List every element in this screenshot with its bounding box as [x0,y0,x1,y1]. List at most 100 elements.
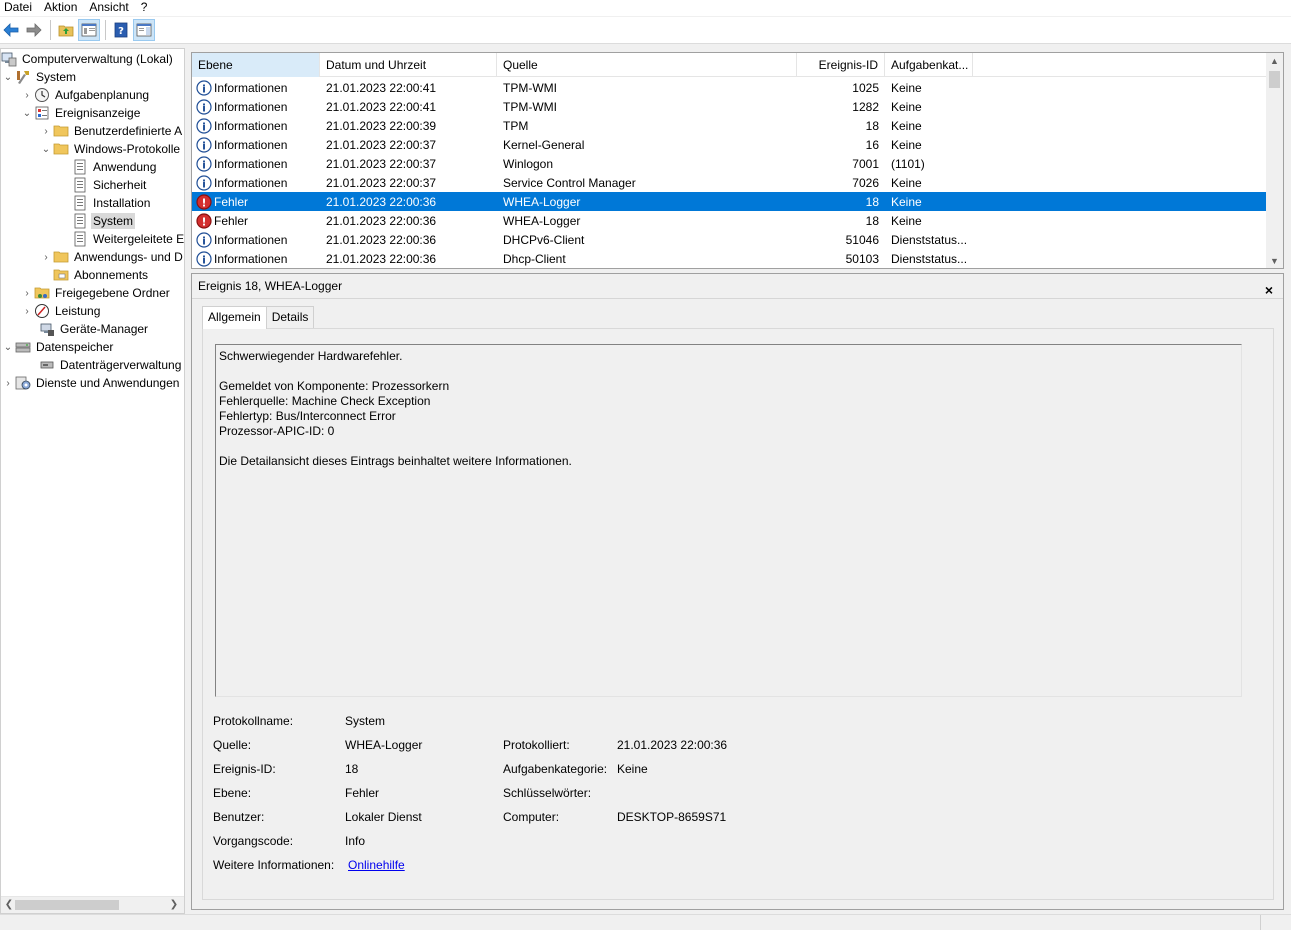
table-row[interactable]: i Informationen 21.01.2023 22:00:37 Service… [192,173,1267,192]
tree-item-disk-management[interactable]: Datenträgerverwaltung [39,356,183,374]
svg-text:!: ! [201,196,206,209]
field-value-source[interactable]: WHEA-Logger [345,738,422,752]
tree-horizontal-scrollbar[interactable]: ❮ ❯ [1,896,184,913]
tab-details[interactable]: Details [265,306,315,328]
cell-level-text: Informationen [214,156,288,171]
field-label-log-name: Protokollname: [213,714,294,728]
table-row[interactable]: i Informationen 21.01.2023 22:00:37 Kernel-… [192,135,1267,154]
tree-item-event-viewer[interactable]: ⌄ Ereignisanzeige [20,104,142,122]
field-value-event-id[interactable]: 18 [345,762,358,776]
expander-icon[interactable]: ⌄ [39,142,53,156]
cell-level: i Informationen [192,136,320,153]
table-row[interactable]: ! Fehler 21.01.2023 22:00:36 WHEA-Logger 18 K… [192,211,1267,230]
menu-aktion[interactable]: Aktion [38,0,83,16]
field-label-user: Benutzer: [213,810,265,824]
cell-level: i Informationen [192,250,320,267]
cell-datetime: 21.01.2023 22:00:39 [326,118,437,133]
cell-task-category: (1101) [891,156,925,171]
tree-item-system-tools[interactable]: ⌄ System [1,68,78,86]
expander-icon[interactable]: ⌄ [1,70,15,84]
tree-item-custom-views[interactable]: › Benutzerdefinierte A [39,122,184,140]
field-value-computer[interactable]: DESKTOP-8659S71 [617,810,726,824]
expander-icon[interactable]: › [1,376,15,390]
tree-item-forwarded-events[interactable]: Weitergeleitete E [72,230,184,248]
expander-icon[interactable]: ⌄ [20,106,34,120]
tree-item-setup-log[interactable]: Installation [72,194,152,212]
tree-item-shared-folders[interactable]: › Freigegebene Ordner [20,284,172,302]
menu-datei[interactable]: Datei [0,0,38,16]
expander-icon[interactable]: › [39,250,53,264]
field-value-task-category[interactable]: Keine [617,762,648,776]
close-icon[interactable]: × [1265,278,1273,303]
scroll-right-icon[interactable]: ❯ [168,899,180,910]
cell-task-category: Keine [891,118,922,133]
column-header-datetime[interactable]: Datum und Uhrzeit [320,53,497,77]
tree-item-services-applications[interactable]: › Dienste und Anwendungen [1,374,181,392]
back-button[interactable] [0,19,22,41]
cell-source: DHCPv6-Client [503,232,585,247]
show-hide-tree-button[interactable] [78,19,100,41]
tree-item-computer-management[interactable]: Computerverwaltung (Lokal) [1,50,175,68]
tree-item-task-scheduler[interactable]: › Aufgabenplanung [20,86,151,104]
help-button[interactable]: ? [110,19,132,41]
expander-icon[interactable]: ⌄ [1,340,15,354]
event-list-vertical-scrollbar[interactable]: ▲ ▼ [1266,53,1283,268]
svg-text:i: i [202,101,206,114]
field-value-logged[interactable]: 21.01.2023 22:00:36 [617,738,727,752]
tree-item-applications-services-logs[interactable]: › Anwendungs- und D [39,248,184,266]
column-header-source[interactable]: Quelle [497,53,797,77]
forward-button[interactable] [23,19,45,41]
info-icon: i [196,174,212,191]
scrollbar-thumb[interactable] [1269,71,1280,88]
table-row[interactable]: ! Fehler 21.01.2023 22:00:36 WHEA-Logger 18 K… [192,192,1267,211]
tree-item-storage[interactable]: ⌄ Datenspeicher [1,338,115,356]
menu-help[interactable]: ? [135,0,154,16]
cell-level-text: Informationen [214,99,288,114]
event-list[interactable]: Ebene Datum und Uhrzeit Quelle Ereignis-… [191,52,1284,269]
expander-icon[interactable]: › [20,88,34,102]
table-row[interactable]: i Informationen 21.01.2023 22:00:39 TPM 18 Ke… [192,116,1267,135]
event-description[interactable]: Schwerwiegender Hardwarefehler. Gemeldet… [215,344,1242,697]
expander-icon[interactable]: › [39,124,53,138]
tab-general[interactable]: Allgemein [202,306,267,329]
disk-management-icon [39,357,55,373]
status-bar-divider [1260,915,1261,930]
menu-ansicht[interactable]: Ansicht [83,0,134,16]
table-row[interactable]: i Informationen 21.01.2023 22:00:36 Dhcp-Cl… [192,249,1267,268]
field-value-log-name[interactable]: System [345,714,385,728]
column-header-event-id[interactable]: Ereignis-ID [797,53,885,77]
console-tree[interactable]: Computerverwaltung (Lokal) ⌄ System › Au… [0,48,185,914]
system-tools-icon [15,69,31,85]
expander-icon[interactable]: › [20,304,34,318]
scroll-left-icon[interactable]: ❮ [3,899,15,910]
up-button[interactable] [55,19,77,41]
table-row[interactable]: i Informationen 21.01.2023 22:00:41 TPM-WMI… [192,97,1267,116]
forward-arrow-icon [26,23,42,37]
tree-item-windows-logs[interactable]: ⌄ Windows-Protokolle [39,140,182,158]
table-row[interactable]: i Informationen 21.01.2023 22:00:41 TPM-WMI… [192,78,1267,97]
field-value-opcode[interactable]: Info [345,834,365,848]
storage-icon [15,339,31,355]
column-header-task-category[interactable]: Aufgabenkat... [885,53,973,77]
tree-item-security-log[interactable]: Sicherheit [72,176,148,194]
cell-level: i Informationen [192,174,320,191]
tree-item-application-log[interactable]: Anwendung [72,158,158,176]
action-pane-button[interactable] [133,19,155,41]
online-help-link[interactable]: Onlinehilfe [348,858,405,872]
column-header-level[interactable]: Ebene [192,53,320,77]
field-value-user[interactable]: Lokaler Dienst [345,810,422,824]
general-tab-body: Schwerwiegender Hardwarefehler. Gemeldet… [202,328,1274,900]
tree-item-device-manager[interactable]: Geräte-Manager [39,320,150,338]
tree-item-performance[interactable]: › Leistung [20,302,102,320]
scrollbar-thumb[interactable] [15,900,119,910]
scroll-down-icon[interactable]: ▼ [1266,256,1283,266]
tree-item-system-log[interactable]: System [72,212,136,230]
scroll-up-icon[interactable]: ▲ [1266,56,1283,66]
table-row[interactable]: i Informationen 21.01.2023 22:00:36 DHCPv6-… [192,230,1267,249]
tree-item-subscriptions[interactable]: Abonnements [53,266,150,284]
field-value-level[interactable]: Fehler [345,786,379,800]
info-icon: i [196,79,212,96]
expander-icon[interactable]: › [20,286,34,300]
svg-text:i: i [202,177,206,190]
table-row[interactable]: i Informationen 21.01.2023 22:00:37 Winlogo… [192,154,1267,173]
